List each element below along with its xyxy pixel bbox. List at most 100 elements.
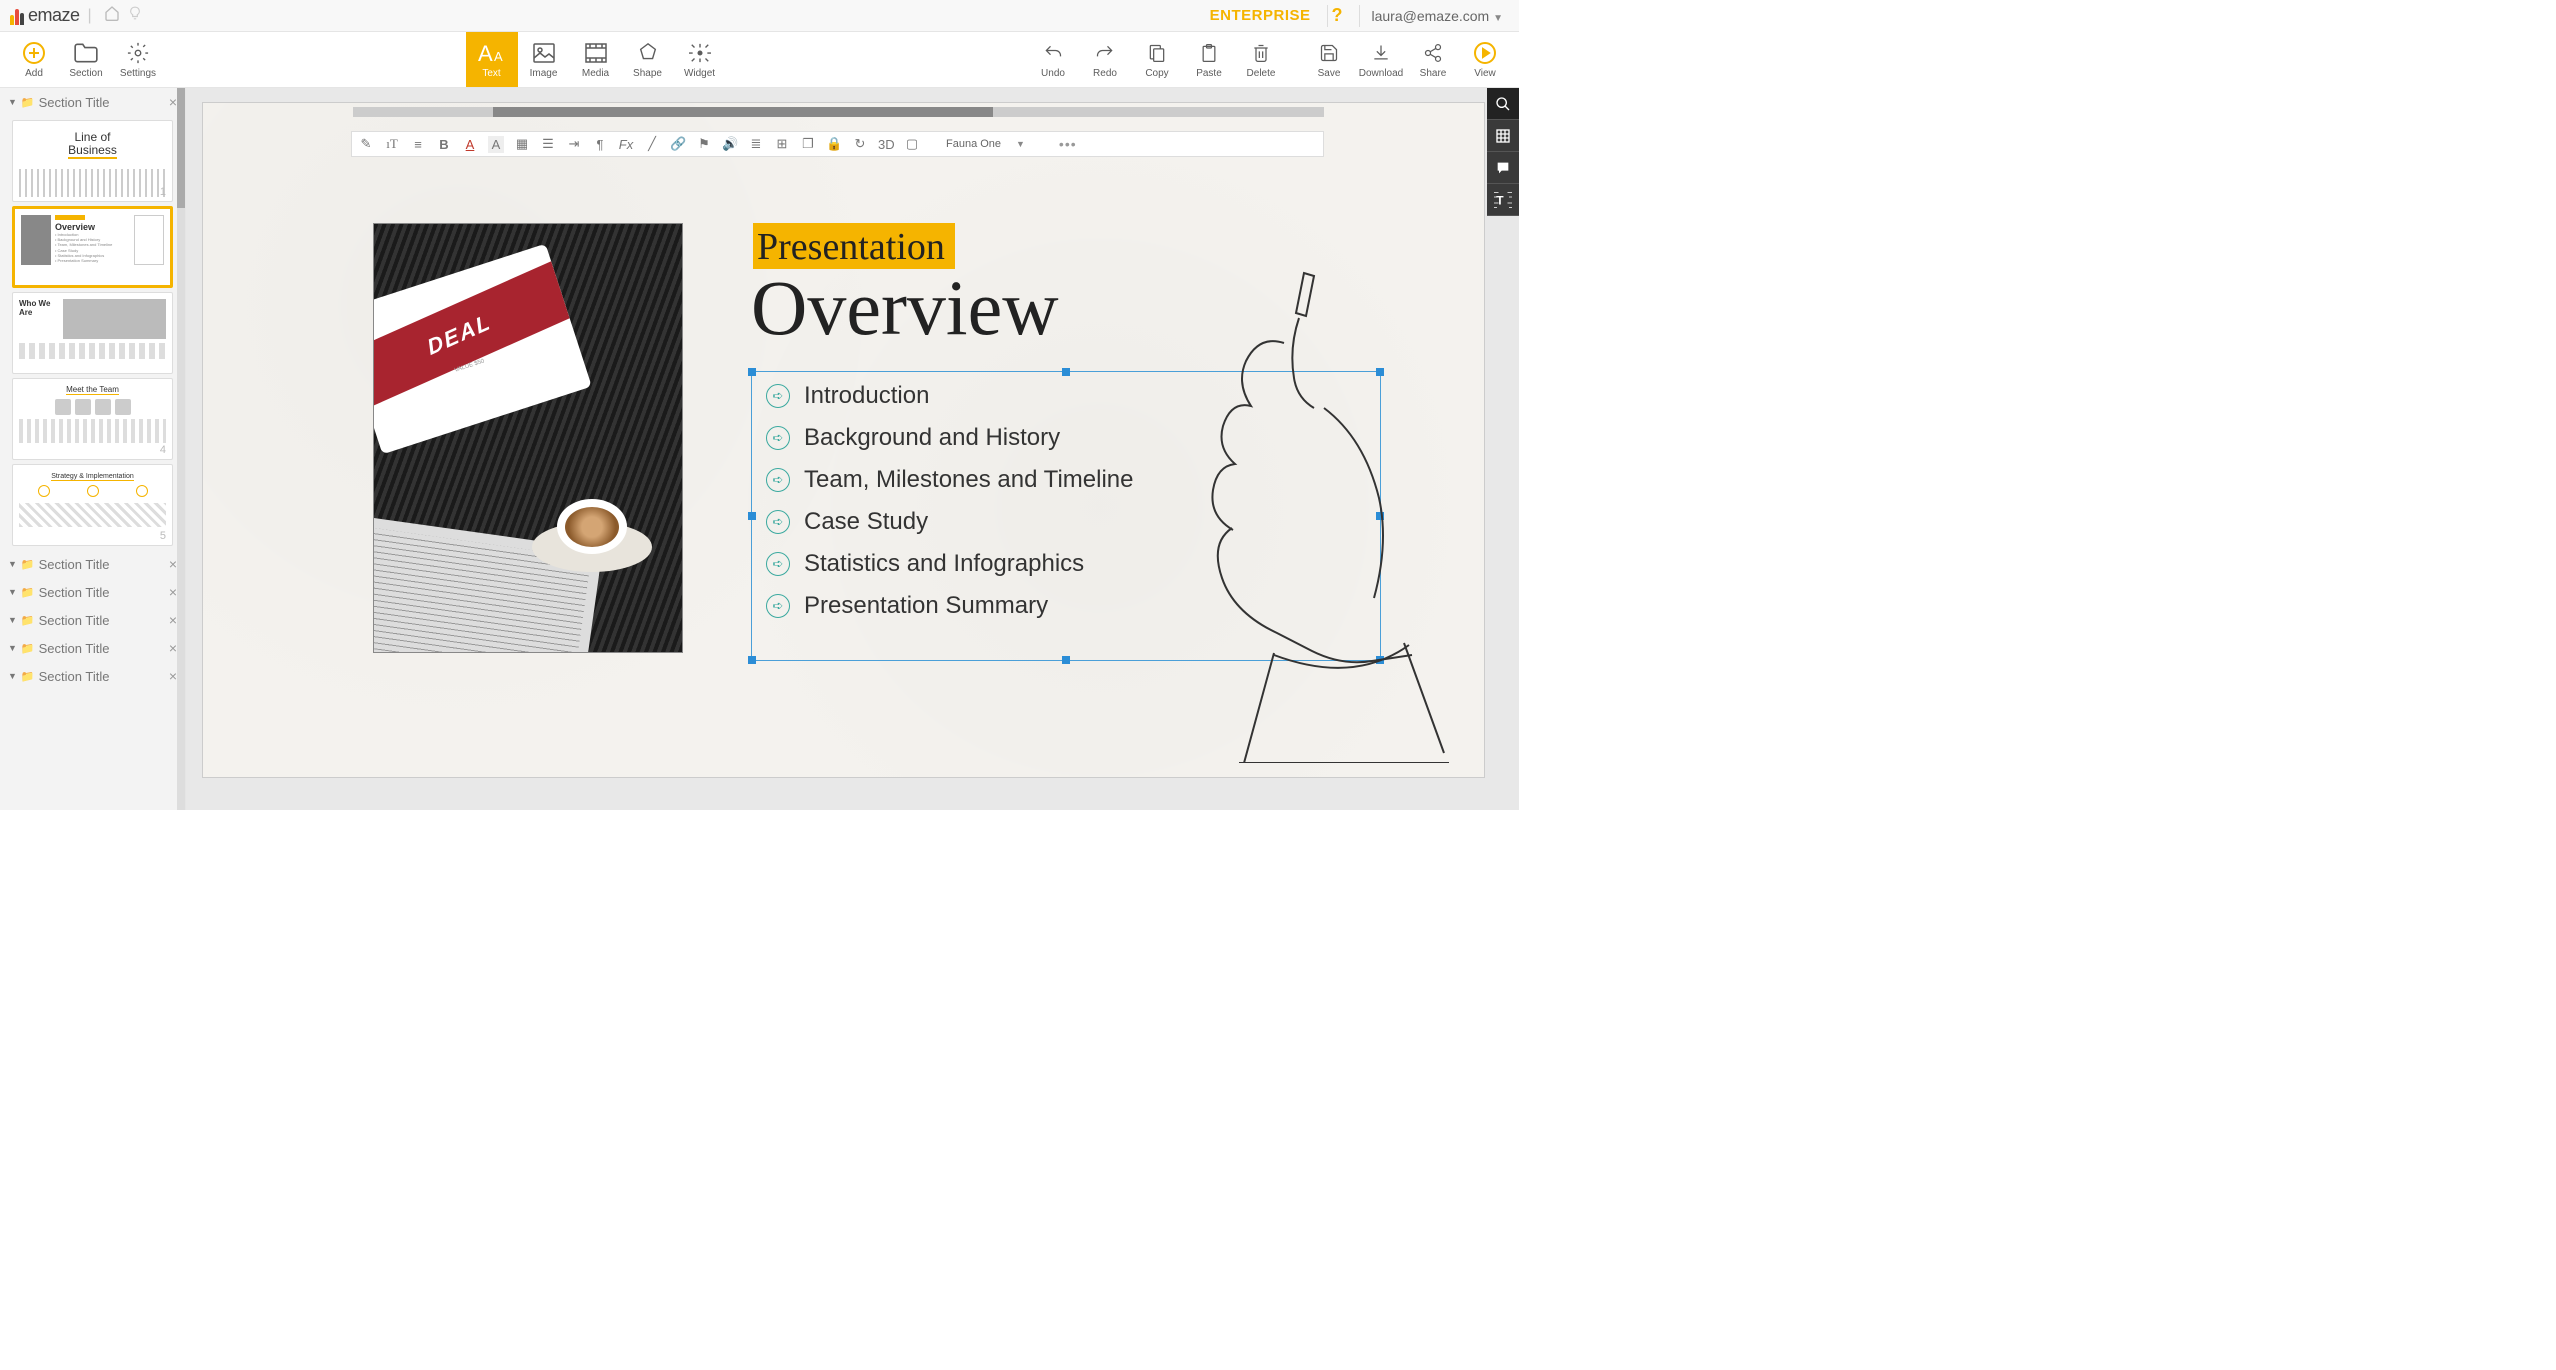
section-button[interactable]: Section (60, 32, 112, 87)
media-icon (584, 40, 608, 66)
slide-image[interactable]: DEAL VALUE $50 (373, 223, 683, 653)
media-tool-button[interactable]: Media (570, 32, 622, 87)
slide-thumbnail[interactable]: Meet the Team 4 (12, 378, 173, 460)
ruler[interactable] (353, 107, 1324, 117)
text-highlight-icon[interactable]: A (488, 136, 504, 153)
section-close-icon[interactable]: × (169, 556, 177, 572)
add-button[interactable]: Add (8, 32, 60, 87)
underline-icon[interactable]: A (462, 137, 478, 152)
share-icon (1423, 40, 1443, 66)
line-icon[interactable]: ╱ (644, 136, 660, 152)
layers-icon[interactable]: ❐ (800, 136, 816, 152)
share-button[interactable]: Share (1407, 32, 1459, 87)
widget-label: Widget (684, 68, 715, 79)
more-icon[interactable]: ••• (1059, 136, 1077, 152)
align-v-icon[interactable]: ≣ (748, 136, 764, 152)
font-select[interactable]: Fauna One (946, 138, 1006, 150)
selection-handle[interactable] (1062, 368, 1070, 376)
selection-handle[interactable] (748, 368, 756, 376)
section-close-icon[interactable]: × (169, 584, 177, 600)
slide-thumbnail-active[interactable]: Overview • Introduction• Background and … (12, 206, 173, 288)
caret-down-icon: ▼ (8, 587, 17, 597)
section-header[interactable]: ▼ 📁 Section Title × (0, 88, 185, 116)
section-close-icon[interactable]: × (169, 94, 177, 110)
slide-title[interactable]: Overview (751, 263, 1059, 353)
brand-logo[interactable]: emaze (8, 5, 80, 26)
bullet-arrow-icon: ➪ (766, 384, 790, 408)
link-icon[interactable]: 🔗 (670, 136, 686, 152)
section-header[interactable]: ▼ 📁 Section Title × (0, 578, 185, 606)
volume-icon[interactable]: 🔊 (722, 136, 738, 152)
section-header[interactable]: ▼ 📁 Section Title × (0, 662, 185, 690)
delete-button[interactable]: Delete (1235, 32, 1287, 87)
slide-canvas[interactable]: ✎ ıT ≡ B A A ▦ ☰ ⇥ ¶ Fx ╱ 🔗 ⚑ 🔊 ≣ ⊞ ❐ 🔒 … (202, 102, 1485, 778)
caret-down-icon: ▼ (8, 671, 17, 681)
slide-number: 4 (160, 444, 166, 456)
logo-mark-icon (8, 7, 26, 25)
crop-icon[interactable]: ▢ (904, 136, 920, 152)
folder-icon: 📁 (21, 642, 35, 655)
slide-thumbnail[interactable]: Line ofBusiness 1 (12, 120, 173, 202)
paste-button[interactable]: Paste (1183, 32, 1235, 87)
section-close-icon[interactable]: × (169, 668, 177, 684)
plus-circle-icon (22, 40, 46, 66)
section-header[interactable]: ▼ 📁 Section Title × (0, 634, 185, 662)
shape-tool-button[interactable]: Shape (622, 32, 674, 87)
selection-handle[interactable] (1062, 656, 1070, 664)
slide-thumbnail[interactable]: Strategy & Implementation 5 (12, 464, 173, 546)
lock-icon[interactable]: 🔒 (826, 136, 842, 152)
download-button[interactable]: Download (1355, 32, 1407, 87)
align-left-icon[interactable]: ≡ (410, 137, 426, 152)
canvas-area: ✎ ıT ≡ B A A ▦ ☰ ⇥ ¶ Fx ╱ 🔗 ⚑ 🔊 ≣ ⊞ ❐ 🔒 … (186, 88, 1519, 810)
flag-icon[interactable]: ⚑ (696, 136, 712, 152)
view-button[interactable]: View (1459, 32, 1511, 87)
font-size-icon[interactable]: ıT (384, 136, 400, 152)
caret-down-icon: ▼ (8, 559, 17, 569)
comments-tool[interactable] (1487, 152, 1519, 184)
threeD-icon[interactable]: 3D (878, 137, 894, 152)
selection-handle[interactable] (748, 512, 756, 520)
redo-button[interactable]: Redo (1079, 32, 1131, 87)
bullet-arrow-icon: ➪ (766, 552, 790, 576)
text-direction-icon[interactable]: ¶ (592, 137, 608, 152)
slide-thumbnail[interactable]: Who We Are (12, 292, 173, 374)
distribute-icon[interactable]: ⊞ (774, 136, 790, 152)
section-header[interactable]: ▼ 📁 Section Title × (0, 606, 185, 634)
list-icon[interactable]: ☰ (540, 136, 556, 152)
copy-button[interactable]: Copy (1131, 32, 1183, 87)
separator (1359, 5, 1360, 27)
user-menu[interactable]: laura@emaze.com ▼ (1372, 8, 1504, 24)
undo-button[interactable]: Undo (1027, 32, 1079, 87)
grid-tool[interactable] (1487, 120, 1519, 152)
section-header[interactable]: ▼ 📁 Section Title × (0, 550, 185, 578)
sidebar-scrollbar[interactable] (177, 88, 185, 810)
redo-icon (1094, 40, 1116, 66)
indent-icon[interactable]: ⇥ (566, 136, 582, 152)
checker-icon[interactable]: ▦ (514, 136, 530, 152)
section-title: Section Title (39, 557, 169, 572)
rotate-icon[interactable]: ↻ (852, 136, 868, 152)
help-button[interactable]: ? (1332, 5, 1343, 26)
text-style-tool[interactable]: T (1487, 184, 1519, 216)
pencil-icon[interactable]: ✎ (358, 136, 374, 152)
shape-icon (637, 40, 659, 66)
bold-icon[interactable]: B (436, 137, 452, 152)
widget-tool-button[interactable]: Widget (674, 32, 726, 87)
plan-badge[interactable]: ENTERPRISE (1210, 7, 1311, 24)
separator (1327, 5, 1328, 27)
text-tool-button[interactable]: AA Text (466, 32, 518, 87)
fx-icon[interactable]: Fx (618, 137, 634, 152)
selection-handle[interactable] (748, 656, 756, 664)
section-close-icon[interactable]: × (169, 612, 177, 628)
home-icon[interactable] (104, 5, 120, 26)
font-caret-icon[interactable]: ▼ (1016, 139, 1025, 149)
folder-icon: 📁 (21, 614, 35, 627)
save-button[interactable]: Save (1303, 32, 1355, 87)
zoom-tool[interactable] (1487, 88, 1519, 120)
lightbulb-icon[interactable] (128, 5, 142, 26)
section-close-icon[interactable]: × (169, 640, 177, 656)
settings-button[interactable]: Settings (112, 32, 164, 87)
section-title: Section Title (39, 613, 169, 628)
text-icon: AA (478, 40, 506, 66)
image-tool-button[interactable]: Image (518, 32, 570, 87)
